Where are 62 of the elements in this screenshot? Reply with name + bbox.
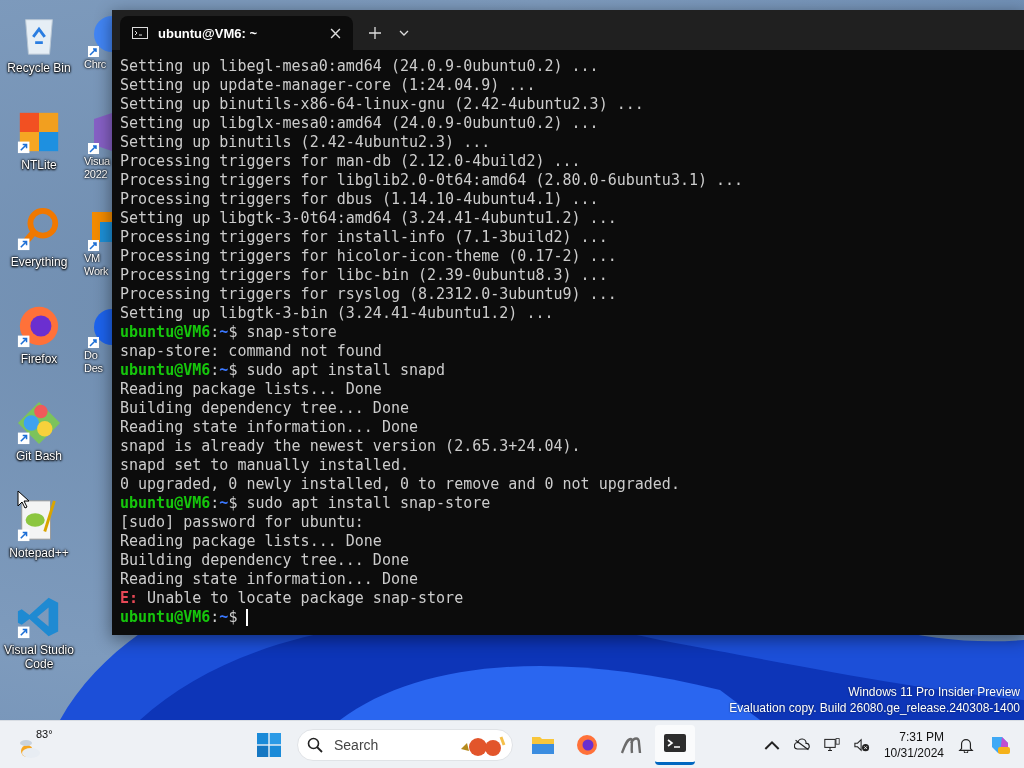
new-tab-plus-icon[interactable] xyxy=(369,27,381,39)
close-icon[interactable] xyxy=(330,27,341,39)
terminal-line: [sudo] password for ubuntu: xyxy=(120,513,364,532)
terminal-line: ubuntu@VM6:~$ snap-store xyxy=(120,323,337,342)
cloud-off-icon[interactable] xyxy=(793,736,810,753)
terminal-line: Processing triggers for libglib2.0-0t64:amd64 (2.80.0-6ubuntu3.1) ... xyxy=(120,171,744,190)
desktop-icon-label: Visua 2022 xyxy=(84,155,111,181)
network-monitor-icon[interactable] xyxy=(823,736,840,753)
desktop-icon-label: Firefox xyxy=(19,352,59,366)
mouse-pointer-icon xyxy=(17,490,29,509)
terminal-line: Building dependency tree... Done xyxy=(120,551,409,570)
desktop-icon-label: VM Work xyxy=(84,252,110,278)
terminal-line: Reading package lists... Done xyxy=(120,532,382,551)
terminal-line: Building dependency tree... Done xyxy=(120,399,409,418)
terminal-line: Setting up libgtk-3-bin (3.24.41-4ubuntu1.2) ... xyxy=(120,304,554,323)
terminal-line: Reading state information... Done xyxy=(120,418,418,437)
clock[interactable]: 7:31 PM 10/31/2024 xyxy=(883,728,944,761)
terminal-line: ubuntu@VM6:~$ sudo apt install snapd xyxy=(120,361,446,380)
terminal-line: ubuntu@VM6:~$ xyxy=(120,608,249,627)
desktop-icon-label: Git Bash xyxy=(15,449,63,463)
terminal-app-icon[interactable] xyxy=(655,724,695,765)
terminal-line: snapd is already the newest version (2.65.3+24.04). xyxy=(120,437,581,456)
desktop-icon-label: Do Des xyxy=(84,349,104,375)
caret-icon[interactable] xyxy=(399,30,409,36)
ide-app-icon[interactable] xyxy=(88,111,112,155)
terminal-line: Setting up libgtk-3-0t64:amd64 (3.24.41-4ubuntu1.2) ... xyxy=(120,209,617,228)
weather-widget[interactable]: 83° xyxy=(18,727,58,762)
desktop-watermark-text: Windows 11 Pro Insider Preview xyxy=(848,684,1020,700)
desktop-icon-label: Chrc xyxy=(84,58,108,71)
terminal-line: Processing triggers for man-db (2.12.0-4build2) ... xyxy=(120,152,581,171)
terminal-line: Processing triggers for libc-bin (2.39-0ubuntu8.3) ... xyxy=(120,266,608,285)
desktop-icon-label: Everything xyxy=(9,255,69,269)
terminal-line: Setting up libglx-mesa0:amd64 (24.0.9-0ubuntu0.2) ... xyxy=(120,114,599,133)
browser-app-icon[interactable] xyxy=(88,14,112,58)
speaker-muted-icon[interactable] xyxy=(853,736,870,753)
terminal-line: Processing triggers for hicolor-icon-theme (0.17-2) ... xyxy=(120,247,617,266)
terminal-line: ubuntu@VM6:~$ sudo apt install snap-store xyxy=(120,494,491,513)
terminal-line: 0 upgraded, 0 newly installed, 0 to remove and 0 not upgraded. xyxy=(120,475,680,494)
terminal-line: Processing triggers for rsyslog (8.2312.0-3ubuntu9) ... xyxy=(120,285,617,304)
start-button-icon[interactable] xyxy=(257,732,281,757)
terminal-line: Processing triggers for dbus (1.14.10-4ubuntu4.1) ... xyxy=(120,190,599,209)
desktop-watermark-text: Evaluation copy. Build 26080.ge_release.240308-1400 xyxy=(729,700,1020,716)
terminal-line: Setting up binutils (2.42-4ubuntu2.3) ... xyxy=(120,133,491,152)
terminal-line: Reading state information... Done xyxy=(120,570,418,589)
terminal-line: Processing triggers for install-info (7.1-3build2) ... xyxy=(120,228,608,247)
search-icon xyxy=(307,736,323,753)
diamond-app-icon[interactable] xyxy=(16,400,62,446)
terminal-line: snapd set to manually installed. xyxy=(120,456,409,475)
terminal-line: E: Unable to locate package snap-store xyxy=(120,589,464,608)
terminal-line: Setting up binutils-x86-64-linux-gnu (2.42-4ubuntu2.3) ... xyxy=(120,95,644,114)
search-field[interactable]: Search xyxy=(297,728,513,761)
bell-icon[interactable] xyxy=(958,736,974,753)
terminal-tab-icon xyxy=(132,27,148,39)
terminal-line: snap-store: command not found xyxy=(120,342,382,361)
desktop-icon-label: NTLite xyxy=(20,158,58,172)
desktop-icon-label: Recycle Bin xyxy=(6,61,72,75)
terminal-line: Setting up update-manager-core (1:24.04.9) ... xyxy=(120,76,536,95)
terminal-line: Setting up libegl-mesa0:amd64 (24.0.9-0ubuntu0.2) ... xyxy=(120,57,599,76)
desktop-icon-label: Notepad++ xyxy=(8,546,70,560)
desktop-icon-label: Visual Studio Code xyxy=(3,643,75,671)
terminal-tab[interactable]: ubuntu@VM6: ~ xyxy=(120,16,353,50)
terminal-line: Reading package lists... Done xyxy=(120,380,382,399)
